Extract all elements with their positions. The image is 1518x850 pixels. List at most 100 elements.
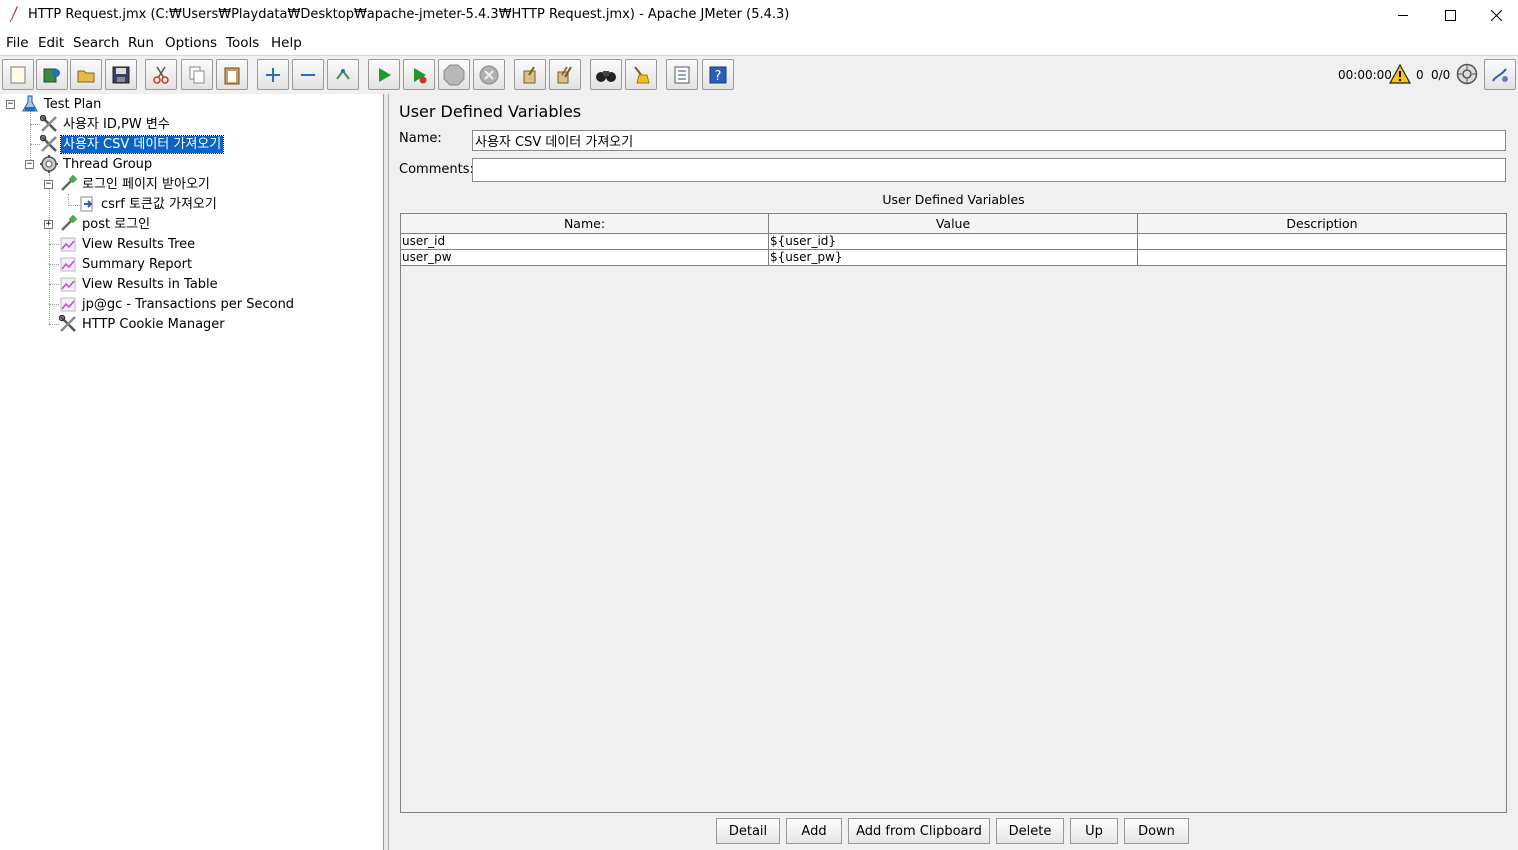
stop-button[interactable] — [438, 59, 470, 90]
delete-button[interactable]: Delete — [996, 818, 1064, 844]
log-viewer-button[interactable] — [1484, 59, 1516, 90]
cut-icon — [153, 66, 169, 84]
shutdown-icon — [479, 65, 499, 84]
menu-run[interactable]: Run — [128, 35, 154, 51]
cut-button[interactable] — [145, 59, 177, 90]
config-icon — [40, 135, 58, 153]
save-button[interactable] — [105, 59, 137, 90]
collapse-all-button[interactable] — [292, 59, 324, 90]
search-icon — [596, 70, 616, 82]
tree-node-csv-data[interactable]: 사용자 CSV 데이터 가져오기 — [40, 134, 225, 154]
menu-help[interactable]: Help — [271, 35, 302, 51]
column-header-name[interactable]: Name: — [401, 214, 769, 234]
shutdown-button[interactable] — [473, 59, 505, 90]
close-button[interactable] — [1473, 0, 1518, 31]
svg-text:?: ? — [715, 69, 722, 84]
collapse-test-plan[interactable]: − — [6, 100, 15, 109]
tree-node-test-plan[interactable]: Test Plan — [21, 95, 103, 113]
tree-node-csrf-extractor[interactable]: csrf 토큰값 가져오기 — [78, 195, 219, 213]
collapse-thread-group[interactable]: − — [25, 160, 34, 169]
expand-all-button[interactable] — [257, 59, 289, 90]
extractor-icon — [78, 195, 96, 213]
detail-button[interactable]: Detail — [716, 818, 780, 844]
toggle-button[interactable] — [327, 59, 359, 90]
listener-icon — [59, 295, 77, 313]
clear-all-button[interactable] — [549, 59, 581, 90]
table-cell-name[interactable]: user_pw — [401, 250, 769, 266]
comments-field[interactable] — [472, 158, 1506, 182]
up-button[interactable]: Up — [1070, 818, 1118, 844]
listener-icon — [59, 255, 77, 273]
table-cell-name[interactable]: user_id — [401, 234, 769, 250]
clear-button[interactable] — [514, 59, 546, 90]
tree-node-view-results-tree[interactable]: View Results Tree — [59, 235, 197, 253]
add-from-clipboard-button[interactable]: Add from Clipboard — [848, 818, 990, 844]
add-button[interactable]: Add — [786, 818, 842, 844]
config-icon — [40, 115, 58, 133]
open-icon — [77, 70, 95, 82]
tree-node-post-login[interactable]: post 로그인 — [59, 215, 152, 233]
paste-icon — [224, 67, 240, 84]
function-helper-icon — [674, 66, 690, 83]
templates-button[interactable] — [36, 59, 68, 90]
warning-icon[interactable] — [1389, 64, 1411, 84]
title-bar: HTTP Request.jmx (C:₩Users₩Playdata₩Desk… — [0, 0, 1518, 31]
reset-search-icon — [634, 65, 650, 83]
tree-node-summary-report[interactable]: Summary Report — [59, 255, 194, 273]
element-editor-panel: User Defined Variables Name: Comments: U… — [389, 94, 1518, 850]
down-button[interactable]: Down — [1124, 818, 1189, 844]
open-button[interactable] — [70, 59, 102, 90]
minimize-button[interactable] — [1380, 0, 1426, 31]
jmeter-feather-icon — [9, 6, 18, 22]
copy-button[interactable] — [181, 59, 213, 90]
menu-tools[interactable]: Tools — [226, 35, 259, 51]
function-helper-button[interactable] — [666, 59, 698, 90]
menu-edit[interactable]: Edit — [38, 35, 64, 51]
stop-icon — [443, 64, 465, 85]
comments-label: Comments: — [399, 162, 474, 177]
tree-node-cookie-manager[interactable]: HTTP Cookie Manager — [59, 315, 227, 333]
new-button[interactable] — [2, 59, 34, 90]
minimize-icon — [1397, 15, 1408, 16]
start-no-pause-icon — [414, 67, 427, 83]
menu-file[interactable]: File — [6, 35, 29, 51]
log-viewer-icon — [1492, 67, 1508, 82]
start-no-pause-button[interactable] — [403, 59, 435, 90]
config-icon — [59, 315, 77, 333]
help-button[interactable]: ? — [702, 59, 734, 90]
tree-node-view-results-table[interactable]: View Results in Table — [59, 275, 220, 293]
clear-all-icon — [557, 65, 572, 83]
table-caption: User Defined Variables — [882, 192, 1025, 207]
column-header-description[interactable]: Description — [1138, 214, 1506, 234]
save-icon — [112, 66, 130, 83]
new-icon — [10, 66, 26, 83]
table-cell-description[interactable] — [1138, 250, 1506, 266]
reset-search-button[interactable] — [625, 59, 657, 90]
tree-node-thread-group[interactable]: Thread Group — [40, 155, 154, 173]
sampler-icon — [59, 175, 77, 193]
toolbar: ? 00:00:00 0 0/0 — [0, 55, 1518, 95]
menu-search[interactable]: Search — [73, 35, 119, 51]
tree-node-transactions-per-second[interactable]: jp@gc - Transactions per Second — [59, 295, 296, 313]
menu-options[interactable]: Options — [165, 35, 217, 51]
table-cell-value[interactable]: ${user_pw} — [769, 250, 1138, 266]
paste-button[interactable] — [216, 59, 248, 90]
tree-node-id-pw-variables[interactable]: 사용자 ID,PW 변수 — [40, 115, 172, 133]
window-title: HTTP Request.jmx (C:₩Users₩Playdata₩Desk… — [28, 7, 790, 22]
table-cell-description[interactable] — [1138, 234, 1506, 250]
start-button[interactable] — [368, 59, 400, 90]
maximize-button[interactable] — [1427, 0, 1473, 31]
collapse-icon — [301, 73, 315, 76]
expand-post-login[interactable]: + — [44, 220, 53, 229]
test-plan-tree: − − − + Test Plan 사용자 ID,PW 변수 사용자 CSV 데… — [0, 94, 384, 850]
listener-icon — [59, 275, 77, 293]
name-field[interactable] — [472, 130, 1506, 151]
search-button[interactable] — [590, 59, 622, 90]
page-title: User Defined Variables — [399, 102, 582, 121]
collapse-login-page[interactable]: − — [44, 180, 53, 189]
menu-bar: File Edit Search Run Options Tools Help — [0, 31, 1518, 55]
table-cell-value[interactable]: ${user_id} — [769, 234, 1138, 250]
tree-node-login-page[interactable]: 로그인 페이지 받아오기 — [59, 175, 212, 193]
start-icon — [379, 67, 391, 82]
column-header-value[interactable]: Value — [769, 214, 1138, 234]
